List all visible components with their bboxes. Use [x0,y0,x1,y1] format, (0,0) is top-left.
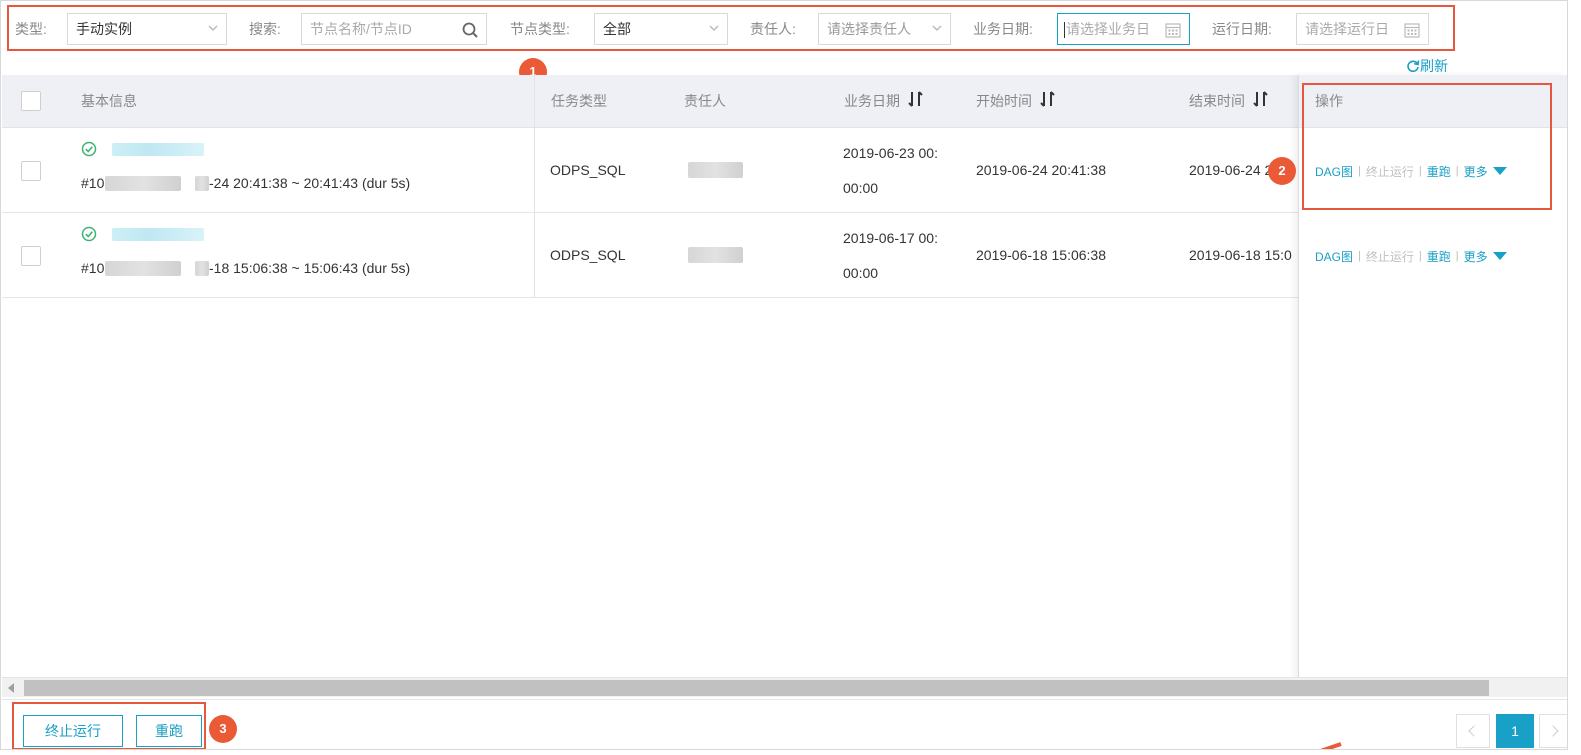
redacted-owner [688,247,743,263]
row-actions: DAG图 | 终止运行 | 重跑 | 更多 [1315,248,1507,265]
redacted-id [105,261,181,276]
rerun-link[interactable]: 重跑 [1427,250,1451,264]
run-duration-info: -18 15:06:38 ~ 15:06:43 (dur 5s) [209,260,411,276]
run-duration-info: -24 20:41:38 ~ 20:41:43 (dur 5s) [209,175,411,191]
success-check-icon [81,141,97,157]
biz-date-header-label: 业务日期 [844,93,900,109]
node-name-link[interactable] [112,143,204,156]
batch-actions-highlight [12,702,206,749]
biz-date-line-2: 00:00 [843,180,879,196]
column-divider [534,75,535,297]
page-1-button[interactable]: 1 [1496,714,1534,748]
redacted-owner [688,162,743,178]
biz-date-line-1: 2019-06-23 00: [843,145,938,161]
column-header-basic-info: 基本信息 [81,93,137,109]
end-time: 2019-06-18 15:0 [1189,247,1292,263]
biz-date-line-1: 2019-06-17 00: [843,230,938,246]
start-time: 2019-06-18 15:06:38 [976,247,1106,263]
more-dropdown[interactable]: 更多 [1464,250,1507,264]
instance-id: #10 [81,260,104,276]
callout-badge-3: 3 [209,715,237,743]
actions-highlight [1302,83,1552,210]
column-header-task-type: 任务类型 [551,93,607,109]
annotation-arrow-icon [1320,742,1342,749]
next-page-button[interactable] [1539,714,1567,748]
refresh-label: 刷新 [1420,58,1448,74]
separator: | [1358,250,1361,262]
redacted-date [195,261,209,276]
more-label: 更多 [1463,250,1488,264]
scrollbar-thumb[interactable] [24,680,1489,696]
success-check-icon [81,226,97,242]
row-checkbox[interactable] [21,246,41,266]
previous-page-button[interactable] [1456,714,1490,748]
node-name-link[interactable] [112,228,204,241]
column-header-end-time[interactable]: 结束时间 [1189,75,1270,128]
start-time-header-label: 开始时间 [976,93,1032,109]
sort-icon[interactable] [1039,89,1057,109]
instance-id-prefix: #10 [81,175,105,191]
footer-divider [2,699,1567,700]
column-header-owner: 责任人 [684,93,726,109]
instance-id-prefix: #10 [81,260,105,276]
sort-icon[interactable] [1252,89,1270,109]
redacted-date [195,176,209,191]
refresh-link[interactable]: 刷新 [1406,56,1448,76]
refresh-icon [1407,60,1420,73]
row-checkbox[interactable] [21,161,41,181]
caret-down-icon [1492,252,1507,260]
scroll-left-arrow-icon[interactable] [8,683,14,693]
horizontal-scrollbar[interactable] [2,677,1567,697]
filter-bar-highlight [7,5,1455,51]
redacted-id [105,176,181,191]
instance-list-panel: 类型: 手动实例 搜索: 节点名称/节点ID 节点类型: 全部 责任人: 请选择… [0,0,1568,750]
biz-date-line-2: 00:00 [843,265,879,281]
callout-badge-2: 2 [1268,157,1296,185]
end-time-header-label: 结束时间 [1189,93,1245,109]
instance-id: #10 [81,175,104,191]
separator: | [1455,250,1459,262]
select-all-checkbox[interactable] [21,91,41,111]
task-type: ODPS_SQL [550,247,626,263]
dag-link[interactable]: DAG图 [1315,250,1353,264]
sort-icon[interactable] [907,89,925,109]
column-header-start-time[interactable]: 开始时间 [976,75,1057,128]
stop-run-link[interactable]: 终止运行 [1366,250,1414,264]
task-type: ODPS_SQL [550,162,626,178]
start-time: 2019-06-24 20:41:38 [976,162,1106,178]
separator: | [1418,250,1422,262]
column-header-biz-date[interactable]: 业务日期 [844,75,925,128]
